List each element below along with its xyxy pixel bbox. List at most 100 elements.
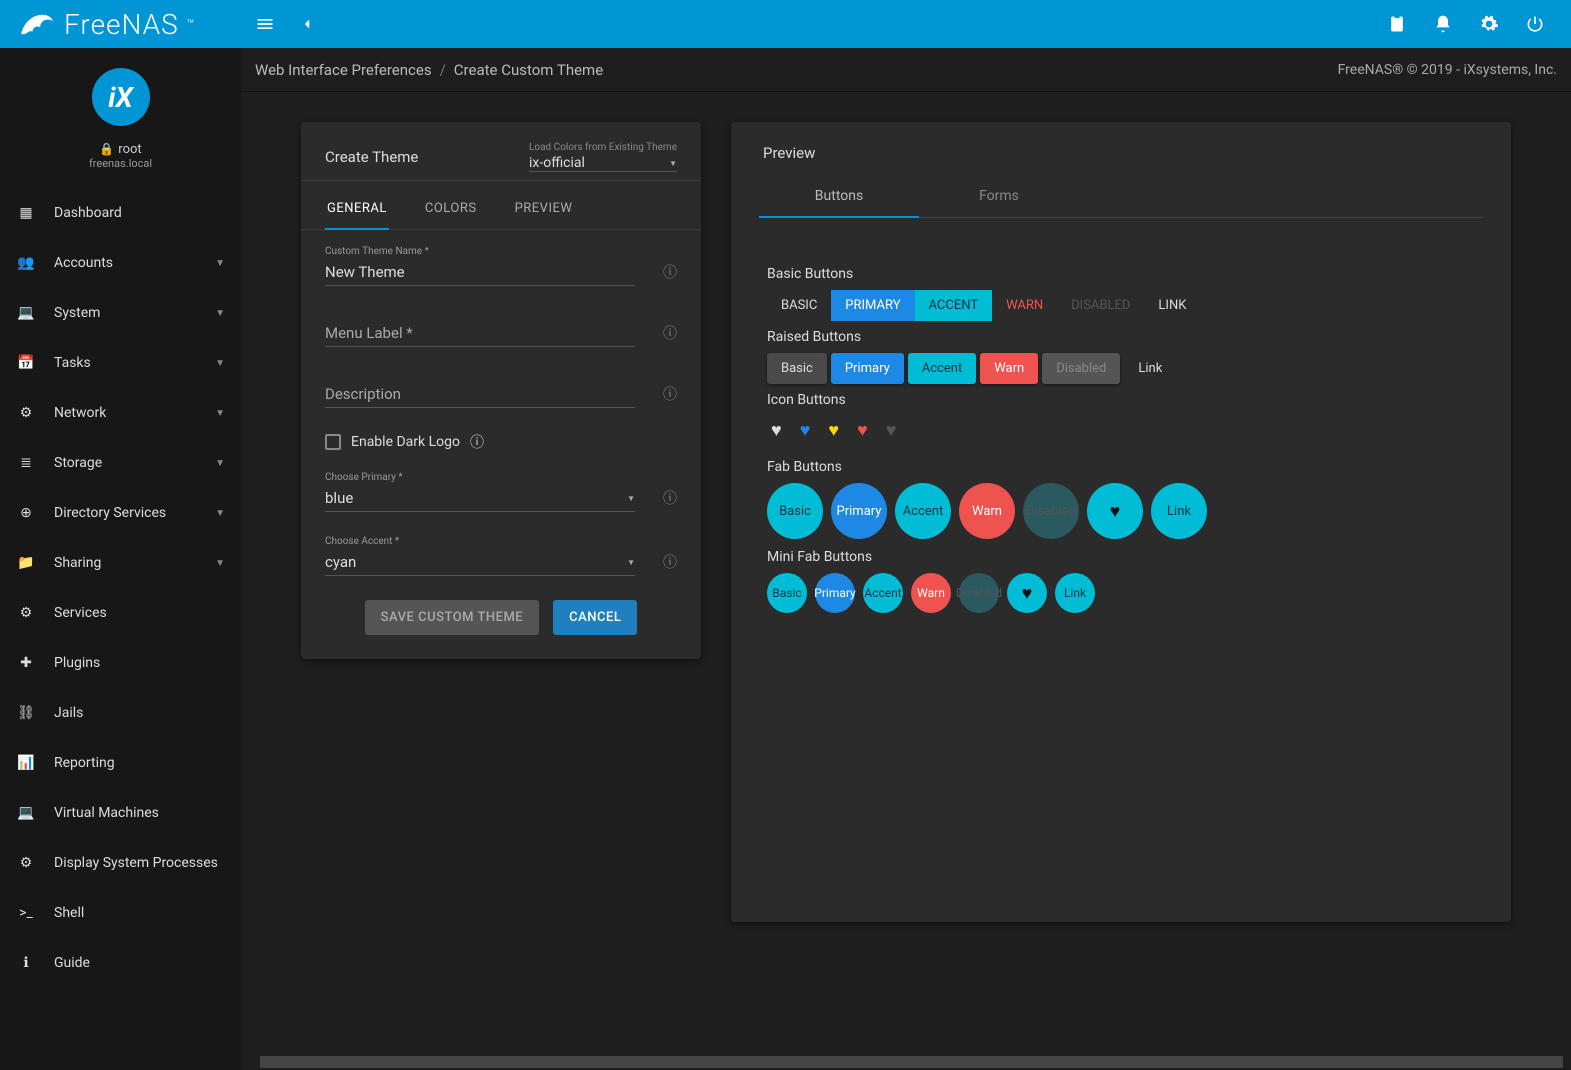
- heart-icon[interactable]: ♥: [828, 420, 839, 441]
- preview-tabs: Buttons Forms: [759, 176, 1483, 218]
- sidebar-item-guide[interactable]: ℹGuide: [0, 938, 241, 988]
- help-icon[interactable]: ⓘ: [470, 432, 484, 452]
- nav-icon: >_: [14, 901, 38, 925]
- user-block: 🔒root freenas.local: [0, 142, 241, 170]
- breadcrumb-root[interactable]: Web Interface Preferences: [255, 61, 432, 79]
- fab-warn[interactable]: Warn: [959, 483, 1015, 539]
- sidebar-item-label: Shell: [54, 905, 84, 921]
- fab-basic[interactable]: Basic: [767, 483, 823, 539]
- save-button: SAVE CUSTOM THEME: [365, 600, 540, 635]
- nav-back-icon[interactable]: [295, 12, 319, 36]
- sidebar-item-reporting[interactable]: 📊 Reporting: [0, 738, 241, 788]
- org-logo: iX: [0, 68, 241, 126]
- load-colors-select[interactable]: Load Colors from Existing Theme ix-offic…: [529, 142, 677, 172]
- btn-warn[interactable]: Warn: [980, 353, 1038, 384]
- fab-primary[interactable]: Primary: [831, 483, 887, 539]
- theme-name-field: Custom Theme Name * ⓘ: [325, 246, 677, 286]
- sidebar-item-sharing[interactable]: 📁Sharing▼: [0, 538, 241, 588]
- preview-tab-buttons[interactable]: Buttons: [759, 176, 919, 218]
- chevron-down-icon: ▼: [627, 494, 635, 503]
- heart-icon: ♥: [1110, 501, 1121, 522]
- fab-accent[interactable]: Accent: [895, 483, 951, 539]
- sidebar-item-tasks[interactable]: 📅Tasks▼: [0, 338, 241, 388]
- fab-disabled: Disabled: [1023, 483, 1079, 539]
- btn-basic[interactable]: Basic: [767, 353, 827, 384]
- power-icon[interactable]: [1523, 12, 1547, 36]
- minifab-primary[interactable]: Primary: [815, 573, 855, 613]
- sidebar-item-label: System: [54, 305, 100, 321]
- sidebar-item-virtual-machines[interactable]: 💻Virtual Machines: [0, 788, 241, 838]
- chevron-down-icon: ▼: [215, 458, 225, 469]
- btn-primary[interactable]: Primary: [831, 353, 904, 384]
- sidebar-item-plugins[interactable]: ✚Plugins: [0, 638, 241, 688]
- section-fab-buttons: Fab Buttons: [767, 459, 1475, 475]
- sidebar-item-dashboard[interactable]: ▦Dashboard: [0, 188, 241, 238]
- sidebar-item-storage[interactable]: ≣Storage▼: [0, 438, 241, 488]
- sidebar-item-label: Plugins: [54, 655, 100, 671]
- btn-warn[interactable]: WARN: [992, 290, 1057, 321]
- sidebar-item-services[interactable]: ⚙Services: [0, 588, 241, 638]
- menu-toggle-icon[interactable]: [253, 12, 277, 36]
- horizontal-scrollbar[interactable]: [260, 1056, 1563, 1068]
- checkbox-icon[interactable]: [325, 434, 341, 450]
- sidebar-item-accounts[interactable]: 👥Accounts▼: [0, 238, 241, 288]
- cancel-button[interactable]: CANCEL: [553, 600, 637, 635]
- settings-icon[interactable]: [1477, 12, 1501, 36]
- menu-label-input[interactable]: [325, 320, 635, 347]
- btn-link[interactable]: LINK: [1144, 290, 1200, 321]
- sidebar-item-jails[interactable]: ⛓Jails: [0, 688, 241, 738]
- description-input[interactable]: [325, 381, 635, 408]
- sidebar-item-label: Reporting: [54, 755, 115, 771]
- tab-preview[interactable]: PREVIEW: [513, 191, 575, 229]
- tab-general[interactable]: GENERAL: [325, 191, 389, 230]
- clipboard-icon[interactable]: [1385, 12, 1409, 36]
- form-tabs: GENERAL COLORS PREVIEW: [301, 180, 701, 230]
- lock-icon: 🔒: [99, 142, 114, 156]
- primary-select: Choose Primary * blue▼ ⓘ: [325, 472, 677, 512]
- nav-icon: 📊: [14, 751, 38, 775]
- sidebar-item-label: Directory Services: [54, 505, 166, 521]
- btn-link[interactable]: Link: [1124, 353, 1176, 384]
- help-icon[interactable]: ⓘ: [663, 323, 677, 343]
- btn-accent[interactable]: Accent: [908, 353, 976, 384]
- minifab-heart[interactable]: ♥: [1007, 573, 1047, 613]
- tab-colors[interactable]: COLORS: [423, 191, 479, 229]
- heart-icon[interactable]: ♥: [886, 420, 897, 441]
- notifications-icon[interactable]: [1431, 12, 1455, 36]
- btn-primary[interactable]: PRIMARY: [831, 290, 914, 321]
- sidebar-item-label: Services: [54, 605, 107, 621]
- heart-icon[interactable]: ♥: [857, 420, 868, 441]
- sidebar-item-label: Virtual Machines: [54, 805, 159, 821]
- minifab-basic[interactable]: Basic: [767, 573, 807, 613]
- heart-icon[interactable]: ♥: [800, 420, 811, 441]
- help-icon[interactable]: ⓘ: [663, 262, 677, 282]
- fab-link[interactable]: Link: [1151, 483, 1207, 539]
- chevron-down-icon: ▼: [215, 308, 225, 319]
- help-icon[interactable]: ⓘ: [663, 384, 677, 404]
- sidebar-item-label: Network: [54, 405, 106, 421]
- sidebar-item-shell[interactable]: >_ Shell: [0, 888, 241, 938]
- sidebar-item-display-system-processes[interactable]: ⚙Display System Processes: [0, 838, 241, 888]
- mini-fab-button-row: Basic Primary Accent Warn Disabled ♥ Lin…: [767, 573, 1475, 613]
- help-icon[interactable]: ⓘ: [663, 488, 677, 508]
- dark-logo-checkbox[interactable]: Enable Dark Logo ⓘ: [325, 432, 677, 452]
- fab-heart[interactable]: ♥: [1087, 483, 1143, 539]
- sidebar-item-directory-services[interactable]: ⊕Directory Services▼: [0, 488, 241, 538]
- chevron-down-icon: ▼: [669, 159, 677, 168]
- hostname: freenas.local: [0, 157, 241, 170]
- nav-icon: ▦: [14, 201, 38, 225]
- preview-tab-forms[interactable]: Forms: [919, 176, 1079, 217]
- minifab-warn[interactable]: Warn: [911, 573, 951, 613]
- minifab-link[interactable]: Link: [1055, 573, 1095, 613]
- btn-basic[interactable]: BASIC: [767, 290, 831, 321]
- sidebar-item-label: Guide: [54, 955, 90, 971]
- help-icon[interactable]: ⓘ: [663, 552, 677, 572]
- minifab-accent[interactable]: Accent: [863, 573, 903, 613]
- preview-title: Preview: [759, 144, 1483, 162]
- copyright: FreeNAS® © 2019 - iXsystems, Inc.: [1338, 62, 1557, 78]
- sidebar-item-system[interactable]: 💻System▼: [0, 288, 241, 338]
- btn-accent[interactable]: ACCENT: [915, 290, 993, 321]
- heart-icon[interactable]: ♥: [771, 420, 782, 441]
- theme-name-input[interactable]: [325, 259, 635, 286]
- sidebar-item-network[interactable]: ⚙Network▼: [0, 388, 241, 438]
